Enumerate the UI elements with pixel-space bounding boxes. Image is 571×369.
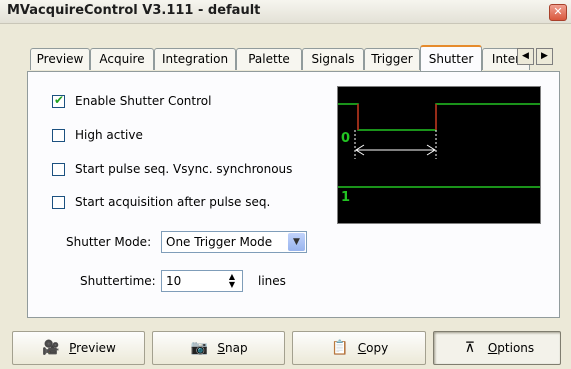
trace-line bbox=[338, 103, 540, 131]
checkbox-box[interactable] bbox=[52, 93, 65, 108]
tab-scroll-left-button[interactable]: ◀ bbox=[517, 48, 534, 65]
camera-icon: 🎥 bbox=[42, 340, 60, 356]
checkbox-box[interactable] bbox=[52, 162, 65, 176]
close-button[interactable]: ✕ bbox=[549, 4, 567, 21]
copy-button[interactable]: 📋 Copy bbox=[292, 331, 426, 365]
tab-shutter[interactable]: Shutter bbox=[420, 45, 482, 71]
enable-shutter-control-checkbox[interactable]: Enable Shutter Control bbox=[52, 93, 212, 108]
high-active-checkbox[interactable]: High active bbox=[52, 128, 143, 142]
shutter-timing-diagram: 0 1 bbox=[337, 86, 541, 224]
button-bar: 🎥 Preview 📷 Snap 📋 Copy ⊼ Options bbox=[0, 319, 571, 369]
snapshot-icon: 📷 bbox=[190, 340, 209, 356]
close-icon: ✕ bbox=[553, 5, 563, 18]
tab-signals[interactable]: Signals bbox=[302, 48, 364, 70]
button-label: Options bbox=[487, 341, 535, 355]
arrow-left-icon: ◀ bbox=[522, 51, 529, 61]
options-button[interactable]: ⊼ Options bbox=[433, 331, 561, 365]
checkbox-box[interactable] bbox=[52, 128, 65, 142]
shuttertime-value: 10 bbox=[166, 274, 182, 288]
arrow-right-icon: ▶ bbox=[541, 51, 548, 61]
trace-label-1: 1 bbox=[341, 190, 351, 205]
tab-acquire[interactable]: Acquire bbox=[90, 48, 154, 70]
checkbox-label: Start pulse seq. Vsync. synchronous bbox=[75, 162, 293, 176]
checkbox-box[interactable] bbox=[52, 195, 65, 209]
start-acquisition-checkbox[interactable]: Start acquisition after pulse seq. bbox=[52, 195, 270, 209]
copy-icon: 📋 bbox=[331, 340, 349, 356]
button-label: Preview bbox=[69, 341, 116, 355]
start-pulse-vsync-checkbox[interactable]: Start pulse seq. Vsync. synchronous bbox=[52, 162, 292, 176]
title-bar: MVacquireControl V3.111 - default ✕ bbox=[0, 0, 571, 24]
tab-integration[interactable]: Integration bbox=[154, 48, 236, 70]
tab-trigger[interactable]: Trigger bbox=[364, 48, 420, 70]
chevron-down-icon[interactable]: ▼ bbox=[288, 233, 305, 251]
preview-button[interactable]: 🎥 Preview bbox=[12, 331, 145, 365]
checkbox-label: Enable Shutter Control bbox=[75, 94, 212, 108]
spin-up-down-icon[interactable]: ▲ ▼ bbox=[224, 273, 240, 289]
tab-preview[interactable]: Preview bbox=[30, 48, 90, 70]
button-label: Snap bbox=[217, 341, 248, 355]
window-title: MVacquireControl V3.111 - default bbox=[7, 3, 261, 18]
timing-diagram-svg bbox=[338, 103, 540, 188]
tab-palette[interactable]: Palette bbox=[236, 48, 302, 70]
shutter-mode-value: One Trigger Mode bbox=[166, 235, 273, 249]
tab-scroll-right-button[interactable]: ▶ bbox=[536, 48, 553, 65]
shutter-mode-label: Shutter Mode: bbox=[66, 235, 152, 249]
shuttertime-unit: lines bbox=[258, 274, 286, 288]
button-label: Copy bbox=[357, 341, 389, 355]
snap-button[interactable]: 📷 Snap bbox=[152, 331, 285, 365]
checkbox-label: Start acquisition after pulse seq. bbox=[75, 195, 271, 209]
options-icon: ⊼ bbox=[464, 340, 475, 356]
shutter-mode-select[interactable]: One Trigger Mode ▼ bbox=[161, 231, 307, 253]
shuttertime-input[interactable]: 10 ▲ ▼ bbox=[161, 270, 243, 292]
trace-label-0: 0 bbox=[341, 131, 351, 146]
shuttertime-label: Shuttertime: bbox=[80, 274, 156, 288]
checkbox-label: High active bbox=[75, 128, 143, 142]
